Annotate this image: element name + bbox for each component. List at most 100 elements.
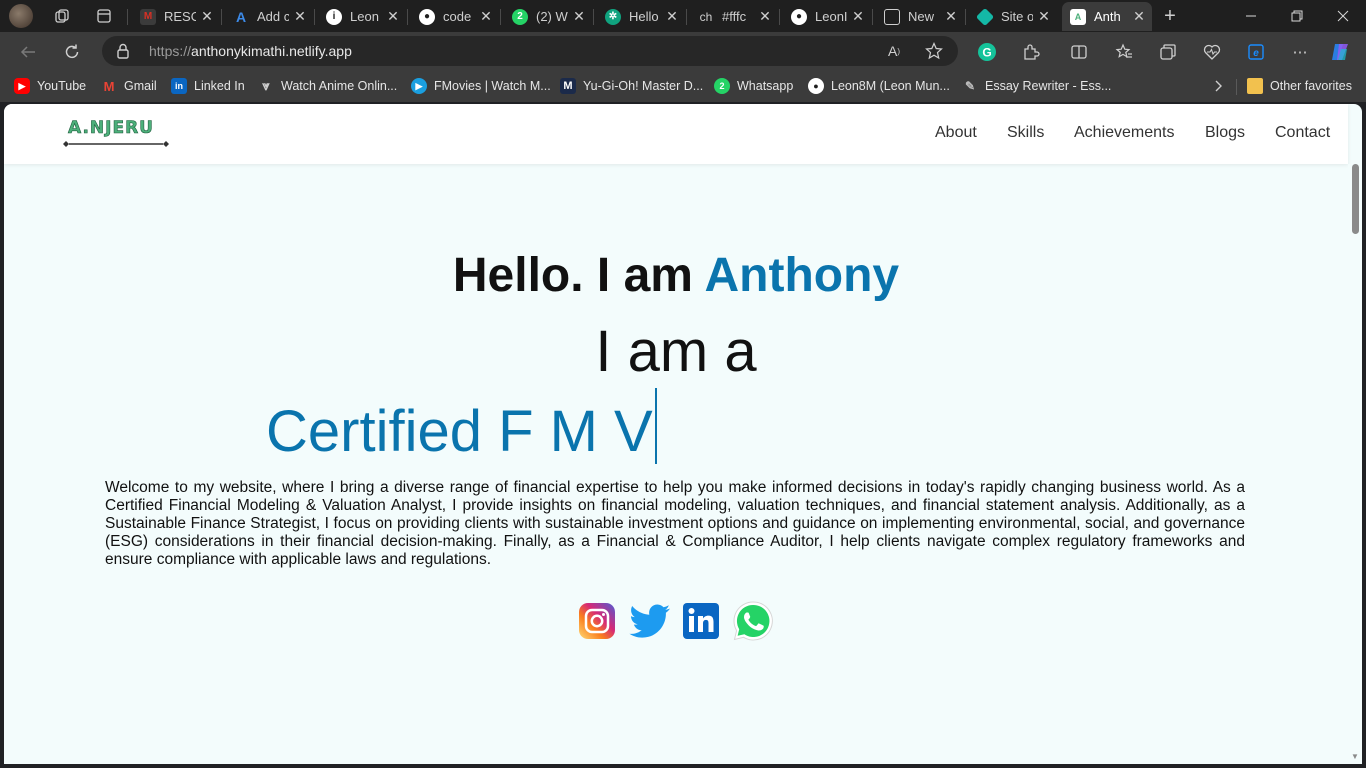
tab-new[interactable]: New ✕ (876, 2, 964, 31)
bookmarks-overflow-chevron-icon[interactable] (1213, 77, 1223, 95)
address-bar: https://anthonykimathi.netlify.app A) G … (0, 32, 1366, 70)
bookmarks-bar: ▶ YouTube M Gmail in Linked In ⩔ Watch Anime… (0, 70, 1366, 102)
site-icon: A (1070, 8, 1086, 25)
linkedin-icon: in (171, 78, 187, 94)
close-icon[interactable]: ✕ (665, 8, 679, 25)
nav-contact[interactable]: Contact (1275, 124, 1330, 142)
close-icon[interactable]: ✕ (1132, 8, 1146, 25)
page-viewport: A.NJERU About Skills Achievements Blogs … (4, 104, 1362, 764)
tab-anthony-active[interactable]: A Anth ✕ (1062, 2, 1152, 31)
split-screen-icon[interactable] (1068, 41, 1090, 63)
browser-essentials-icon[interactable] (1201, 41, 1223, 63)
bookmark-anime[interactable]: ⩔ Watch Anime Onlin... (258, 77, 397, 95)
github-icon: ● (419, 8, 435, 25)
tab-reso[interactable]: M RESO ✕ (132, 2, 220, 31)
hero-subtitle: I am a (595, 319, 757, 384)
url-text: https://anthonykimathi.netlify.app (149, 43, 352, 59)
tab-bar: M RESO ✕ A Add c ✕ i Leon ✕ ● code ✕ 2 (2) W… (0, 0, 1366, 32)
ch-text-icon: ch (699, 9, 713, 24)
hero-name: Anthony (704, 249, 900, 302)
bookmark-essay[interactable]: ✎ Essay Rewriter - Ess... (962, 77, 1111, 95)
nav-achievements[interactable]: Achievements (1074, 124, 1175, 142)
restore-button[interactable] (1274, 0, 1320, 32)
whatsapp-icon: 2 (512, 8, 528, 25)
essay-icon: ✎ (964, 79, 976, 93)
tab-leon[interactable]: i Leon ✕ (318, 2, 406, 31)
logo-underline (63, 141, 169, 147)
close-window-button[interactable] (1320, 0, 1366, 32)
github-icon: ● (791, 8, 807, 25)
yugioh-icon: M (560, 78, 576, 94)
folder-icon (1247, 78, 1263, 94)
nav-blogs[interactable]: Blogs (1205, 124, 1245, 142)
typed-role-text: Certified F M V (266, 399, 653, 464)
nav-about[interactable]: About (935, 124, 977, 142)
close-icon[interactable]: ✕ (293, 8, 307, 25)
bookmark-github[interactable]: ● Leon8M (Leon Mun... (808, 77, 950, 95)
whatsapp-icon: 2 (714, 78, 730, 94)
minimize-button[interactable] (1228, 0, 1274, 32)
edge-bar-icon[interactable]: e (1245, 41, 1267, 63)
netlify-icon (975, 7, 995, 26)
gmail-icon: M (103, 78, 115, 94)
tab-code[interactable]: ● code ✕ (411, 2, 499, 31)
twitter-icon[interactable] (628, 602, 672, 640)
close-icon[interactable]: ✕ (386, 8, 400, 25)
info-icon: i (326, 8, 342, 25)
other-favorites[interactable]: Other favorites (1247, 77, 1352, 95)
close-icon[interactable]: ✕ (200, 8, 214, 25)
close-icon[interactable]: ✕ (851, 8, 865, 25)
more-menu-icon[interactable]: ⋯ (1289, 41, 1311, 63)
tab-leon-github[interactable]: ● LeonI ✕ (783, 2, 871, 31)
newtab-icon (884, 8, 900, 25)
close-icon[interactable]: ✕ (758, 8, 772, 25)
refresh-button[interactable] (58, 38, 86, 66)
profile-avatar[interactable] (9, 4, 33, 28)
close-icon[interactable]: ✕ (1037, 8, 1051, 25)
gmail-icon: M (140, 8, 156, 25)
bookmark-gmail[interactable]: M Gmail (101, 77, 157, 95)
page-scrollbar[interactable]: ▼ (1348, 164, 1362, 764)
back-button[interactable] (14, 38, 42, 66)
site-logo[interactable]: A.NJERU (62, 118, 172, 148)
bookmark-linkedin[interactable]: in Linked In (171, 77, 245, 95)
read-aloud-icon[interactable]: A) (884, 41, 904, 61)
tab-chatgpt[interactable]: ✲ Hello ✕ (597, 2, 685, 31)
close-icon[interactable]: ✕ (944, 8, 958, 25)
lock-icon[interactable] (116, 43, 130, 59)
scroll-thumb[interactable] (1352, 164, 1359, 234)
tab-color[interactable]: ch #fffc ✕ (690, 2, 778, 31)
tab-actions-icon[interactable] (90, 4, 118, 28)
hero-title: Hello. I am Anthony (452, 249, 900, 302)
site-header: A.NJERU About Skills Achievements Blogs … (4, 104, 1348, 164)
scroll-down-arrow-icon[interactable]: ▼ (1350, 752, 1360, 761)
linkedin-icon[interactable] (682, 602, 720, 640)
favorite-star-icon[interactable] (924, 41, 944, 61)
workspaces-icon[interactable] (48, 4, 76, 28)
url-field[interactable]: https://anthonykimathi.netlify.app A) (102, 36, 958, 66)
close-icon[interactable]: ✕ (479, 8, 493, 25)
svg-text:G: G (982, 46, 991, 60)
nav-skills[interactable]: Skills (1007, 124, 1044, 142)
tab-netlify[interactable]: Site o ✕ (969, 2, 1057, 31)
new-tab-button[interactable]: + (1158, 4, 1182, 28)
grammarly-icon[interactable]: G (976, 41, 998, 63)
bookmark-whatsapp[interactable]: 2 Whatsapp (714, 77, 793, 95)
extensions-icon[interactable] (1020, 41, 1042, 63)
favorites-icon[interactable] (1113, 41, 1135, 63)
bookmark-youtube[interactable]: ▶ YouTube (14, 77, 86, 95)
close-icon[interactable]: ✕ (572, 8, 586, 25)
azure-icon: A (235, 8, 247, 25)
bookmark-yugioh[interactable]: M Yu-Gi-Oh! Master D... (560, 77, 703, 95)
bookmark-fmovies[interactable]: ▶ FMovies | Watch M... (411, 77, 551, 95)
whatsapp-icon[interactable] (732, 600, 774, 642)
fmovies-icon: ▶ (411, 78, 427, 94)
anime-icon: ⩔ (262, 78, 270, 93)
copilot-icon[interactable] (1329, 41, 1351, 63)
collections-icon[interactable] (1157, 41, 1179, 63)
tab-add[interactable]: A Add c ✕ (225, 2, 313, 31)
github-icon: ● (808, 78, 824, 94)
youtube-icon: ▶ (14, 78, 30, 94)
instagram-icon[interactable] (578, 602, 616, 640)
tab-whatsapp[interactable]: 2 (2) W ✕ (504, 2, 592, 31)
